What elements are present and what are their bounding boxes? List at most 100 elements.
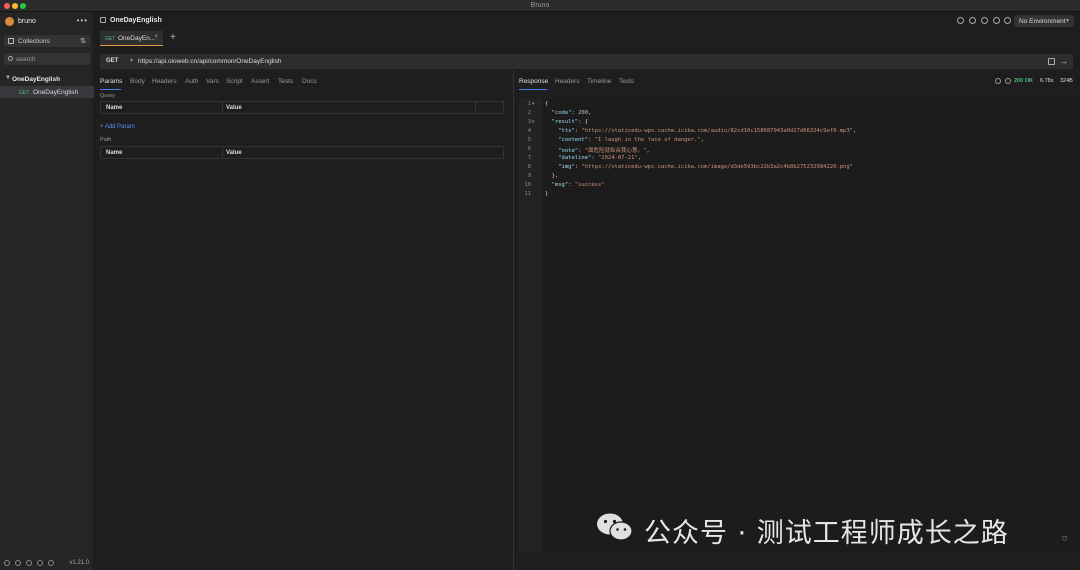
tab-name: OneDayEn...: [118, 34, 156, 42]
request-name: OneDayEnglish: [33, 88, 79, 96]
history-icon[interactable]: [969, 17, 976, 24]
response-size: 324B: [1060, 78, 1073, 84]
save-icon[interactable]: [1048, 58, 1055, 65]
method-select[interactable]: GET: [106, 58, 118, 64]
method-chevron-icon[interactable]: ▼: [129, 58, 134, 64]
tab-tests[interactable]: Tests: [278, 78, 293, 85]
column-value: Value: [226, 105, 242, 111]
code-line: }: [545, 191, 549, 197]
tab-body[interactable]: Body: [130, 78, 145, 85]
request-pane-tabs: Params Body Headers Auth Vars Script Ass…: [100, 76, 510, 90]
tab-response[interactable]: Response: [519, 78, 548, 85]
tab-assert[interactable]: Assert: [251, 78, 269, 85]
line-number: 7: [527, 155, 531, 161]
status-badge: 200 OK: [1014, 78, 1033, 84]
tab-response-tests[interactable]: Tests: [619, 78, 634, 85]
column-divider: [475, 102, 476, 113]
active-tab-indicator: [100, 89, 121, 90]
add-param-button[interactable]: + Add Param: [100, 124, 135, 130]
query-params-table: Name Value: [100, 101, 504, 114]
tab-auth[interactable]: Auth: [185, 78, 198, 85]
line-number: 8: [527, 164, 531, 170]
close-tab-icon[interactable]: ×: [154, 34, 158, 40]
window-titlebar: Bruno: [0, 0, 1080, 12]
fold-icon[interactable]: ▾: [532, 119, 535, 125]
watermark: 公众号 · 测试工程师成长之路: [596, 508, 1056, 549]
code-line: },: [545, 173, 559, 179]
environment-select[interactable]: No Environment ▼: [1014, 15, 1074, 27]
collection-title: OneDayEnglish: [110, 16, 162, 24]
line-number: 9: [527, 173, 531, 179]
window-title: Bruno: [530, 2, 550, 9]
sidebar-search: [4, 53, 90, 65]
pane-resizer[interactable]: [513, 70, 514, 570]
brand-row: bruno •••: [5, 16, 91, 28]
settings-icon[interactable]: [4, 560, 10, 566]
runner-icon[interactable]: [957, 17, 964, 24]
code-line: "img": "https://staticedu-wps.cache.icib…: [558, 164, 853, 170]
gear-icon[interactable]: [1004, 17, 1011, 24]
request-tab[interactable]: GET OneDayEn... ×: [100, 31, 163, 46]
fold-icon[interactable]: ▾: [532, 101, 535, 107]
request-method: GET: [19, 89, 30, 96]
eye-icon[interactable]: [993, 17, 1000, 24]
column-divider: [222, 102, 223, 113]
line-gutter: 1 ▾ 2 3 ▾ 4 5 6 7 8 9 10 11: [519, 98, 543, 552]
filter-icon[interactable]: ⛉: [1062, 536, 1067, 544]
active-tab-indicator: [519, 89, 547, 90]
add-tab-button[interactable]: +: [170, 32, 176, 43]
code-line: "content": "I laugh in the face of dange…: [558, 137, 704, 143]
column-name: Name: [106, 105, 123, 111]
watermark-text: 公众号 · 测试工程师成长之路: [644, 518, 1009, 549]
tab-timeline[interactable]: Timeline: [587, 78, 611, 85]
collections-button[interactable]: Collections ⇅: [4, 35, 90, 47]
app-version: v1.21.0: [69, 559, 89, 566]
heart-icon[interactable]: [26, 560, 32, 566]
path-label: Path: [100, 137, 112, 143]
response-body[interactable]: 1 ▾ 2 3 ▾ 4 5 6 7 8 9 10 11 { "code": 20…: [519, 98, 1074, 552]
tab-headers[interactable]: Headers: [152, 78, 177, 85]
line-number: 11: [524, 191, 531, 197]
send-icon[interactable]: →: [1060, 57, 1068, 66]
chevron-down-icon: ▼: [1065, 17, 1070, 24]
github-icon[interactable]: [37, 560, 43, 566]
more-options-icon[interactable]: •••: [77, 16, 88, 25]
column-name: Name: [106, 150, 123, 156]
column-divider: [222, 147, 223, 158]
code-line: "tts": "https://staticedu-wps.cache.icib…: [558, 128, 857, 134]
line-number: 6: [527, 146, 531, 152]
tab-method: GET: [105, 35, 116, 42]
code-line: "msg": "success": [551, 182, 605, 188]
tab-response-headers[interactable]: Headers: [555, 78, 580, 85]
tab-docs[interactable]: Docs: [302, 78, 317, 85]
bruno-logo-icon: [5, 17, 14, 26]
request-tabbar: GET OneDayEn... × +: [94, 30, 1080, 46]
tab-vars[interactable]: Vars: [206, 78, 219, 85]
cookies-icon[interactable]: [15, 560, 21, 566]
code-line: "code": 200,: [551, 110, 592, 116]
line-number: 1: [527, 101, 531, 107]
clear-response-icon[interactable]: [995, 78, 1001, 84]
collection-item[interactable]: ▼ OneDayEnglish: [0, 73, 94, 85]
search-input[interactable]: [16, 54, 86, 64]
column-value: Value: [226, 150, 242, 156]
line-number: 5: [527, 137, 531, 143]
tab-script[interactable]: Script: [226, 78, 243, 85]
chevron-down-icon[interactable]: ▼: [5, 75, 11, 81]
code-line: "dateline": "2024-07-21",: [558, 155, 642, 161]
url-input[interactable]: https://api.oioweb.cn/api/common/OneDayE…: [138, 58, 281, 65]
sort-icon[interactable]: ⇅: [80, 37, 86, 45]
download-icon[interactable]: [1005, 78, 1011, 84]
collection-name: OneDayEnglish: [12, 75, 61, 83]
line-number: 10: [524, 182, 531, 188]
search-icon: [8, 56, 13, 61]
tab-params[interactable]: Params: [100, 78, 122, 85]
environment-label: No Environment: [1019, 17, 1066, 25]
collections-icon: [8, 38, 14, 44]
request-item[interactable]: GET OneDayEnglish: [0, 86, 94, 98]
notification-icon[interactable]: [48, 560, 54, 566]
line-number: 3: [527, 119, 531, 125]
code-line: "result": {: [551, 119, 589, 125]
run-collection-icon[interactable]: [981, 17, 988, 24]
collections-label: Collections: [18, 37, 50, 45]
